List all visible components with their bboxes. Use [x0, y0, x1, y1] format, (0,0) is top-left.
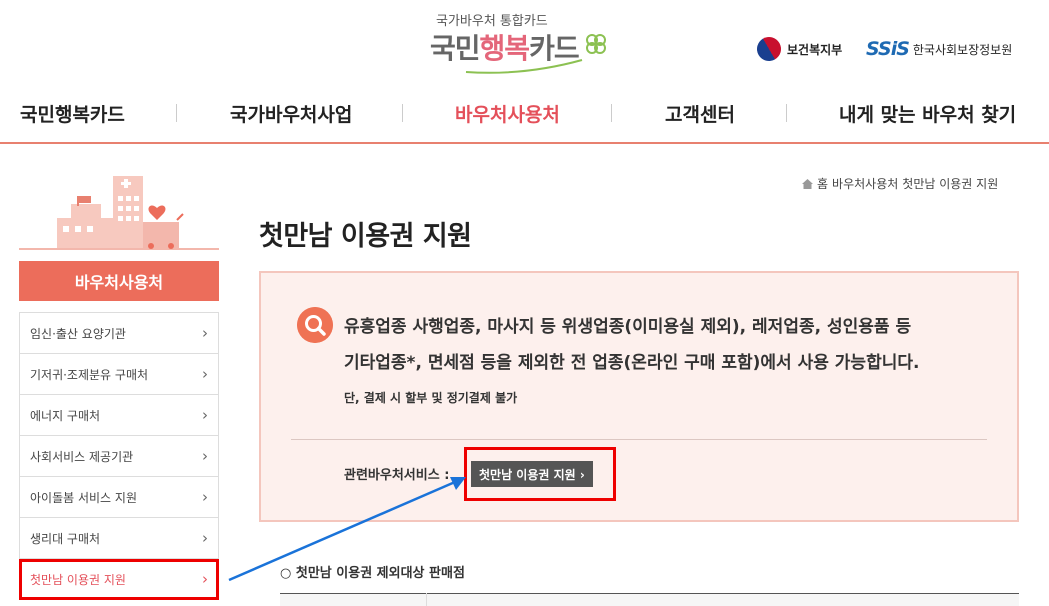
related-services-label: 관련바우처서비스 :: [344, 468, 450, 483]
sidebar-item-childcare[interactable]: 아이돌봄 서비스 지원 ›: [19, 477, 219, 518]
sidebar-menu: 임신·출산 요양기관 › 기저귀·조제분유 구매처 › 에너지 구매처 › 사회서비스…: [19, 312, 219, 600]
sidebar-item-pregnancy[interactable]: 임신·출산 요양기관 ›: [19, 313, 219, 354]
home-icon[interactable]: [802, 178, 813, 189]
info-text-line1: 유흥업종 사행업종, 마사지 등 위생업종(이미용실 제외), 레저업종, 성인…: [344, 317, 912, 337]
chevron-right-icon: ›: [202, 365, 208, 383]
breadcrumb-current: 첫만남 이용권 지원: [902, 177, 999, 191]
ssis-logo[interactable]: SSiS 한국사회보장정보원: [866, 38, 1012, 60]
sidebar-item-sanitary-pads[interactable]: 생리대 구매처 ›: [19, 518, 219, 559]
chevron-right-icon: ›: [202, 488, 208, 506]
sidebar-title: 바우처사용처: [19, 261, 219, 301]
page-title: 첫만남 이용권 지원: [259, 221, 472, 252]
nav-divider: [786, 104, 787, 122]
nav-divider: [176, 104, 177, 122]
info-note: 단, 결제 시 할부 및 정기결제 불가: [344, 391, 518, 405]
nav-item-voucher-projects[interactable]: 국가바우처사업: [230, 100, 352, 127]
breadcrumb: 홈 바우처사용처 첫만남 이용권 지원: [802, 175, 998, 192]
logo-swoosh: [465, 59, 583, 74]
exclusion-table: [280, 593, 1019, 606]
chevron-right-icon: ›: [202, 406, 208, 424]
main-nav: 국민행복카드 국가바우처사업 바우처사용처 고객센터 내게 맞는 바우처 찾기: [0, 82, 1049, 144]
chevron-right-icon: ›: [202, 324, 208, 342]
section-heading: ○ 첫만남 이용권 제외대상 판매점: [280, 566, 465, 581]
sidebar-item-diapers[interactable]: 기저귀·조제분유 구매처 ›: [19, 354, 219, 395]
chevron-right-icon: ›: [202, 529, 208, 547]
chevron-right-icon: ›: [202, 447, 208, 465]
sidebar-item-social-service[interactable]: 사회서비스 제공기관 ›: [19, 436, 219, 477]
first-meeting-voucher-button[interactable]: 첫만남 이용권 지원 ›: [471, 461, 593, 487]
info-text-line2: 기타업종*, 면세점 등을 제외한 전 업종(온라인 구매 포함)에서 사용 가…: [344, 353, 920, 373]
nav-item-voucher-places[interactable]: 바우처사용처: [455, 100, 560, 127]
divider: [291, 439, 987, 440]
nav-item-find-voucher[interactable]: 내게 맞는 바우처 찾기: [839, 100, 1016, 127]
sidebar-item-energy[interactable]: 에너지 구매처 ›: [19, 395, 219, 436]
breadcrumb-section[interactable]: 바우처사용처: [832, 175, 898, 192]
nav-item-card[interactable]: 국민행복카드: [20, 100, 125, 127]
ministry-logo[interactable]: 보건복지부: [752, 32, 842, 66]
info-box: 유흥업종 사행업종, 마사지 등 위생업종(이미용실 제외), 레저업종, 성인…: [259, 271, 1019, 522]
table-column-divider: [426, 593, 427, 606]
breadcrumb-home[interactable]: 홈: [817, 175, 828, 192]
nav-divider: [611, 104, 612, 122]
sidebar-item-first-meeting[interactable]: 첫만남 이용권 지원 ›: [19, 559, 219, 600]
clover-icon: [586, 34, 606, 54]
related-button-highlight: 첫만남 이용권 지원 ›: [464, 447, 616, 501]
search-icon: [297, 307, 333, 343]
taegeuk-icon: [752, 32, 786, 66]
chevron-right-icon: ›: [202, 570, 208, 588]
site-header: 국가바우처 통합카드 국민행복카드 보건복지부 SSiS 한국사회보장정보원: [0, 0, 1049, 80]
nav-item-customer-center[interactable]: 고객센터: [665, 100, 735, 127]
sidebar-illustration: [19, 176, 219, 250]
nav-divider: [402, 104, 403, 122]
